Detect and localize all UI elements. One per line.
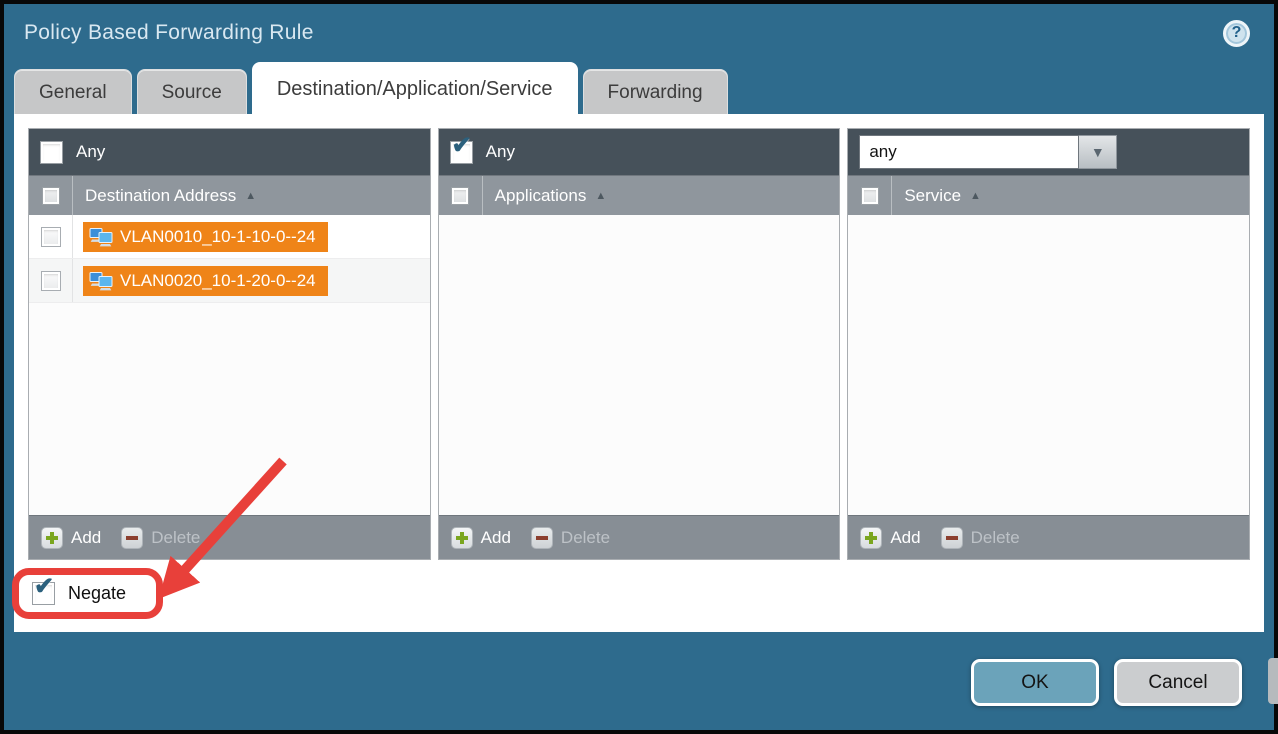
panel-columns: Any Destination Address ▲ [28,128,1250,560]
minus-icon [121,527,143,549]
minus-icon [941,527,963,549]
checkmark-icon: ✔ [34,575,54,599]
tab-source[interactable]: Source [137,69,247,114]
network-address-icon [89,227,113,247]
service-dropdown-bar: any ▼ [848,129,1249,175]
add-button[interactable]: Add [860,527,920,549]
address-object-chip[interactable]: VLAN0010_10-1-10-0--24 [83,222,328,252]
applications-column-header: Applications ▲ [439,175,840,215]
negate-checkbox[interactable]: ✔ [32,582,55,605]
table-row[interactable]: VLAN0020_10-1-20-0--24 [29,259,430,303]
service-list [848,215,1249,515]
negate-label: Negate [68,583,126,604]
destination-select-all-checkbox[interactable] [42,187,60,205]
service-sort-header[interactable]: Service ▲ [892,186,981,206]
dialog-titlebar: Policy Based Forwarding Rule ? [4,4,1274,62]
applications-select-all-checkbox[interactable] [451,187,469,205]
delete-button[interactable]: Delete [121,527,200,549]
destination-list: VLAN0010_10-1-10-0--24 [29,215,430,515]
service-dropdown[interactable]: any ▼ [859,135,1117,169]
table-row[interactable]: VLAN0010_10-1-10-0--24 [29,215,430,259]
minus-icon [531,527,553,549]
service-panel: any ▼ Service ▲ [847,128,1250,560]
dialog-footer: OK Cancel [4,632,1274,706]
delete-button[interactable]: Delete [531,527,610,549]
destination-address-panel: Any Destination Address ▲ [28,128,431,560]
service-column-header: Service ▲ [848,175,1249,215]
tab-forwarding[interactable]: Forwarding [583,69,728,114]
applications-panel: ✔ Any Applications ▲ [438,128,841,560]
plus-icon [451,527,473,549]
address-object-name: VLAN0010_10-1-10-0--24 [120,227,316,247]
row-checkbox[interactable] [41,271,61,291]
applications-any-bar: ✔ Any [439,129,840,175]
plus-icon [41,527,63,549]
tab-general[interactable]: General [14,69,132,114]
negate-zone: ✔ Negate [12,568,163,619]
destination-any-checkbox[interactable] [40,141,63,164]
background-scrollbar-fragment [1268,658,1278,704]
checkmark-icon: ✔ [452,134,472,158]
applications-any-checkbox[interactable]: ✔ [450,141,473,164]
applications-sort-header[interactable]: Applications ▲ [483,186,607,206]
chevron-down-icon: ▼ [1091,144,1105,160]
tab-destination-application-service[interactable]: Destination/Application/Service [252,62,578,114]
applications-any-label: Any [486,142,515,162]
plus-icon [860,527,882,549]
dialog-title: Policy Based Forwarding Rule [24,21,314,45]
row-checkbox[interactable] [41,227,61,247]
add-button[interactable]: Add [451,527,511,549]
tab-bar: General Source Destination/Application/S… [4,62,1274,114]
applications-list [439,215,840,515]
ok-button[interactable]: OK [971,659,1099,706]
annotation-highlight-box: ✔ Negate [12,568,163,619]
sort-asc-icon: ▲ [245,190,256,202]
address-object-name: VLAN0020_10-1-20-0--24 [120,271,316,291]
add-button[interactable]: Add [41,527,101,549]
destination-sort-header[interactable]: Destination Address ▲ [73,186,256,206]
address-object-chip[interactable]: VLAN0020_10-1-20-0--24 [83,266,328,296]
tab-content: Any Destination Address ▲ [14,114,1264,632]
policy-based-forwarding-dialog: Policy Based Forwarding Rule ? General S… [0,0,1278,734]
destination-any-bar: Any [29,129,430,175]
applications-toolbar: Add Delete [439,515,840,559]
service-dropdown-value[interactable]: any [859,135,1079,169]
sort-asc-icon: ▲ [970,190,981,202]
help-icon[interactable]: ? [1223,20,1250,47]
service-toolbar: Add Delete [848,515,1249,559]
cancel-button[interactable]: Cancel [1114,659,1242,706]
sort-asc-icon: ▲ [595,190,606,202]
destination-column-header: Destination Address ▲ [29,175,430,215]
delete-button[interactable]: Delete [941,527,1020,549]
network-address-icon [89,271,113,291]
service-select-all-checkbox[interactable] [861,187,879,205]
destination-any-label: Any [76,142,105,162]
dropdown-arrow-button[interactable]: ▼ [1079,135,1117,169]
destination-toolbar: Add Delete [29,515,430,559]
